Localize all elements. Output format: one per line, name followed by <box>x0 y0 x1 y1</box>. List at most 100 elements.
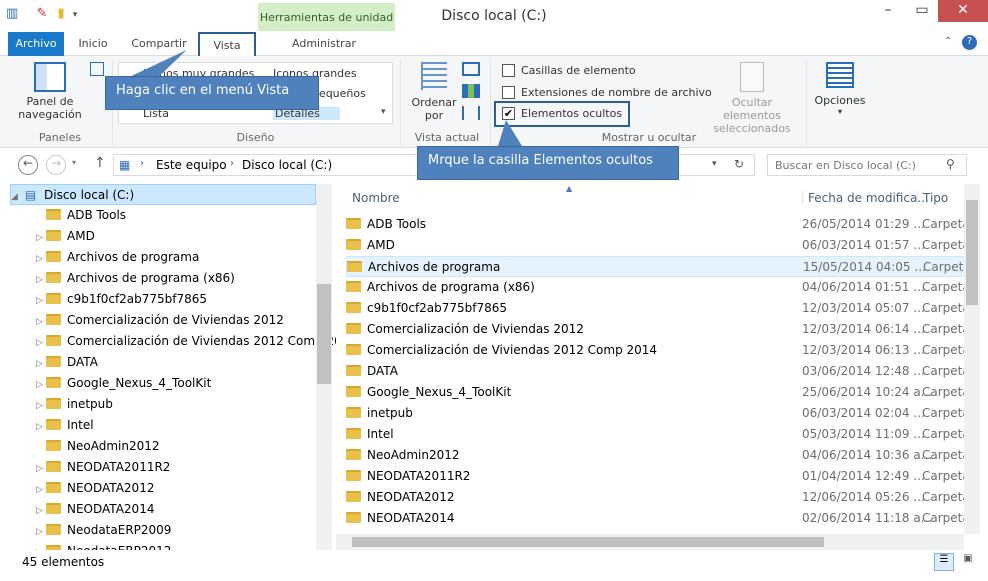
file-row[interactable]: c9b1f0cf2ab775bf7865 12/03/2014 05:07 ...… <box>346 298 970 319</box>
tab-inicio[interactable]: Inicio <box>68 32 118 56</box>
tree-item[interactable]: ▷ Intel <box>36 415 342 436</box>
add-columns-icon[interactable] <box>462 84 480 98</box>
file-date: 02/06/2014 11:18 a... <box>802 511 933 525</box>
expand-arrow-icon[interactable]: ▷ <box>36 233 46 243</box>
expand-arrow-icon[interactable]: ▷ <box>36 506 46 516</box>
help-icon[interactable]: ? <box>962 35 977 50</box>
tree-item[interactable]: ▷ Archivos de programa (x86) <box>36 268 342 289</box>
horizontal-scrollbar-thumb[interactable] <box>352 537 824 547</box>
back-button[interactable]: ← <box>18 155 38 175</box>
folder-icon <box>46 461 61 472</box>
breadcrumb-this-pc[interactable]: Este equipo <box>156 158 227 172</box>
details-view-icon[interactable]: ☰ <box>934 553 954 571</box>
file-row[interactable]: Archivos de programa (x86) 04/06/2014 01:… <box>346 277 970 298</box>
search-input[interactable]: Buscar en Disco local (C:) <box>767 154 967 176</box>
expand-arrow-icon[interactable]: ▷ <box>36 296 46 306</box>
window-title: Disco local (C:) <box>441 8 547 24</box>
file-row[interactable]: NEODATA2011R2 01/04/2014 12:49 ... Carpeta <box>346 466 970 487</box>
size-columns-icon[interactable] <box>462 106 480 120</box>
file-extensions-checkbox[interactable] <box>502 86 515 99</box>
column-header-type[interactable]: Tipo <box>917 191 948 205</box>
column-header-name[interactable]: Nombre <box>352 191 400 205</box>
file-row[interactable]: Intel 05/03/2014 11:09 ... Carpeta <box>346 424 970 445</box>
item-checkboxes-label: Casillas de elemento <box>521 64 636 77</box>
folder-icon <box>346 323 361 334</box>
gallery-scroll-down-icon[interactable]: ▾ <box>381 107 386 117</box>
tree-item[interactable]: ▷ DATA <box>36 352 342 373</box>
expand-arrow-icon[interactable]: ▷ <box>36 464 46 474</box>
breadcrumb-local-disk[interactable]: Disco local (C:) <box>242 158 332 172</box>
large-icons-view-icon[interactable]: ▣ <box>958 553 978 571</box>
tree-item[interactable]: ▷ NEODATA2011R2 <box>36 457 342 478</box>
tree-item[interactable]: ▷ Google_Nexus_4_ToolKit <box>36 373 342 394</box>
file-row[interactable]: DATA 03/06/2014 12:48 ... Carpeta <box>346 361 970 382</box>
options-label: Opciones <box>814 94 866 107</box>
up-button[interactable]: ↑ <box>94 155 106 171</box>
expand-arrow-icon[interactable]: ▷ <box>36 401 46 411</box>
callout-hidden-items: Mrque la casilla Elementos ocultos <box>417 146 679 180</box>
refresh-icon[interactable]: ↻ <box>734 157 744 171</box>
close-button[interactable]: ✕ <box>938 0 988 22</box>
expand-arrow-icon[interactable]: ▷ <box>36 422 46 432</box>
expand-arrow-icon[interactable]: ▷ <box>36 254 46 264</box>
file-row[interactable]: AMD 06/03/2014 01:57 ... Carpeta <box>346 235 970 256</box>
tree-item[interactable]: ▷ Archivos de programa <box>36 247 342 268</box>
tree-item[interactable]: ▷ AMD <box>36 226 342 247</box>
tree-item[interactable]: ▷ NEODATA2012 <box>36 478 342 499</box>
file-row[interactable]: Comercialización de Viviendas 2012 12/03/… <box>346 319 970 340</box>
forward-button[interactable]: → <box>46 155 66 175</box>
tree-item[interactable]: ▷ NEODATA2014 <box>36 499 342 520</box>
expand-arrow-icon[interactable]: ▷ <box>36 527 46 537</box>
tree-item-root[interactable]: ◢ ▤ Disco local (C:) <box>10 184 316 205</box>
tree-item[interactable]: ▷ c9b1f0cf2ab775bf7865 <box>36 289 342 310</box>
recent-locations-icon[interactable]: ▾ <box>72 158 76 167</box>
expand-arrow-icon[interactable]: ▷ <box>36 275 46 285</box>
options-button[interactable]: Opciones ▾ <box>812 62 868 128</box>
preview-pane-icon[interactable] <box>90 62 104 76</box>
expand-arrow-icon[interactable]: ▷ <box>36 485 46 495</box>
expand-arrow-icon[interactable]: ▷ <box>36 380 46 390</box>
tab-vista[interactable]: Vista <box>198 32 256 56</box>
tab-administrar[interactable]: Administrar <box>262 32 386 56</box>
file-row[interactable]: inetpub 06/03/2014 02:04 ... Carpeta <box>346 403 970 424</box>
file-row[interactable]: Archivos de programa 15/05/2014 04:05 ...… <box>346 256 971 277</box>
status-bar: 45 elementos ☰ ▣ <box>0 550 988 581</box>
separator <box>490 60 491 146</box>
expand-arrow-icon[interactable]: ▷ <box>36 338 46 348</box>
file-row[interactable]: NEODATA2012 12/06/2014 05:26 ... Carpeta <box>346 487 970 508</box>
nav-scrollbar-thumb[interactable] <box>317 284 331 384</box>
expand-arrow-icon[interactable]: ▷ <box>36 359 46 369</box>
sort-by-button[interactable]: Ordenar por <box>410 62 458 128</box>
group-by-icon[interactable] <box>462 62 480 76</box>
expand-arrow-icon[interactable]: ▷ <box>36 317 46 327</box>
hide-selected-button[interactable]: Ocultar elementos seleccionados <box>702 62 802 135</box>
tree-item[interactable]: ▷ inetpub <box>36 394 342 415</box>
file-scrollbar-thumb[interactable] <box>966 200 978 305</box>
file-type: Carpeta <box>922 280 970 294</box>
navigation-pane-button[interactable]: Panel de navegación <box>14 62 86 128</box>
breadcrumb-separator[interactable]: › <box>140 158 144 169</box>
file-name: AMD <box>367 238 395 252</box>
file-row[interactable]: ADB Tools 26/05/2014 01:29 ... Carpeta <box>346 214 970 235</box>
file-row[interactable]: NEODATA2014 02/06/2014 11:18 a... Carpeta <box>346 508 970 529</box>
tree-item[interactable]: ▷ NeodataERP2009 <box>36 520 342 541</box>
file-row[interactable]: NeoAdmin2012 04/06/2014 10:36 a... Carpeta <box>346 445 970 466</box>
breadcrumb-separator[interactable]: › <box>230 158 234 169</box>
tree-item[interactable]: ▷ Comercialización de Viviendas 2012 Comp… <box>36 331 342 352</box>
folder-icon <box>46 398 61 409</box>
address-dropdown-icon[interactable]: ▾ <box>712 159 717 169</box>
maximize-button[interactable]: ▭ <box>902 0 942 22</box>
file-row[interactable]: Google_Nexus_4_ToolKit 25/06/2014 10:24 a… <box>346 382 970 403</box>
hidden-items-checkbox[interactable]: ✔ <box>502 107 515 120</box>
tree-item[interactable]: NeoAdmin2012 <box>36 436 342 457</box>
folder-icon <box>46 440 61 451</box>
collapse-ribbon-icon[interactable]: ⌃ <box>944 36 952 47</box>
file-type: Carpeta <box>922 301 970 315</box>
tree-item[interactable]: ADB Tools <box>36 205 342 226</box>
tree-item[interactable]: ▷ Comercialización de Viviendas 2012 <box>36 310 342 331</box>
file-row[interactable]: Comercialización de Viviendas 2012 Comp … <box>346 340 970 361</box>
tab-archivo[interactable]: Archivo <box>8 32 64 56</box>
collapse-arrow-icon[interactable]: ◢ <box>11 192 21 202</box>
item-checkboxes-checkbox[interactable] <box>502 64 515 77</box>
column-header-date[interactable]: Fecha de modifica... <box>802 191 929 205</box>
